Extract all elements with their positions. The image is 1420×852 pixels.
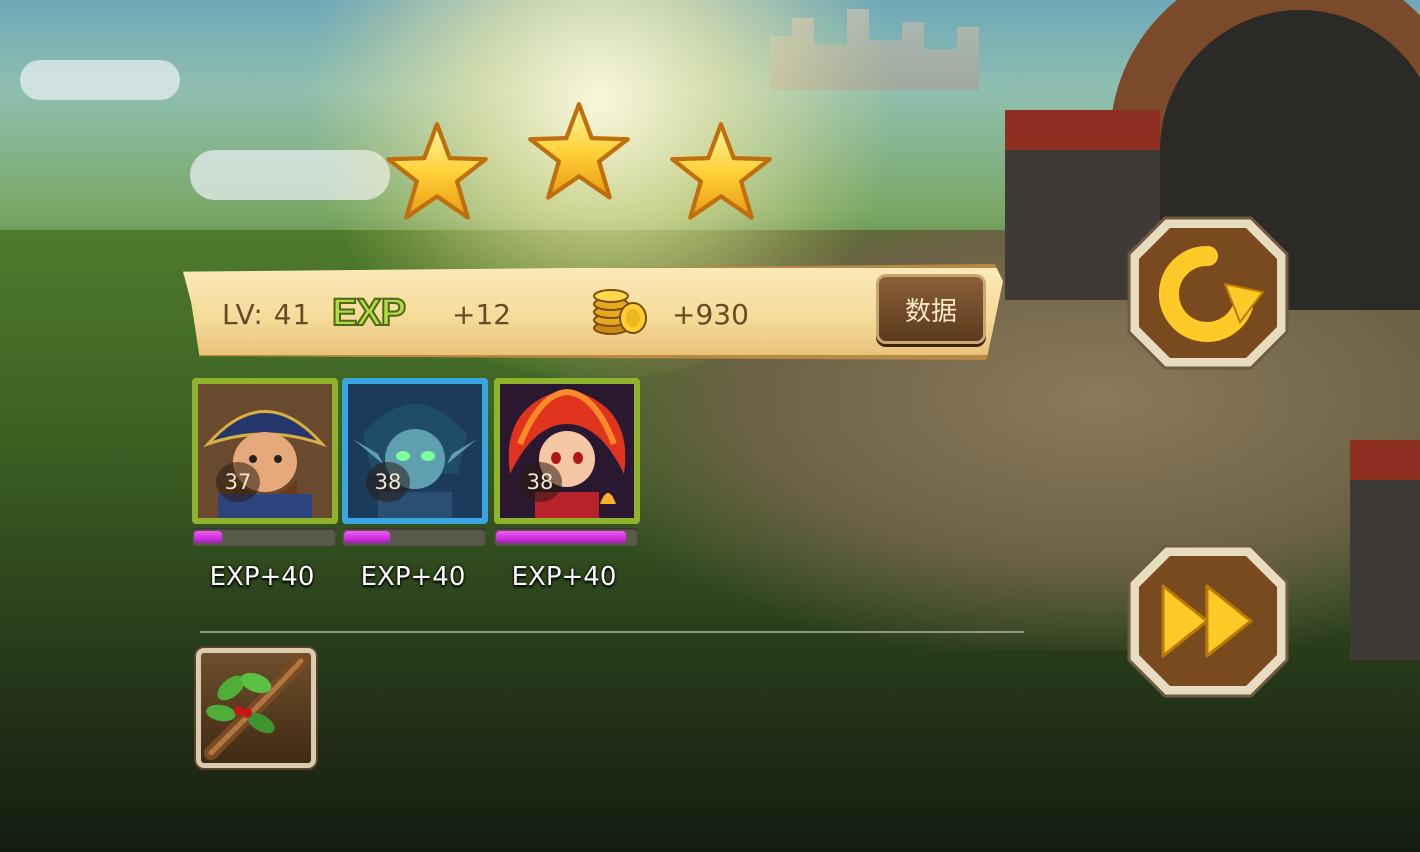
exp-gain: +12 xyxy=(452,298,512,331)
brick-pillar xyxy=(1350,440,1420,660)
exp-label: EXP xyxy=(331,291,407,335)
fire-sorceress-avatar xyxy=(500,384,634,518)
hero-level: 38 xyxy=(518,462,562,502)
hero-card: 38 xyxy=(494,378,642,546)
gold-coins-icon xyxy=(591,284,649,336)
hero-exp-gain: EXP+40 xyxy=(209,562,315,592)
hero-exp-fill xyxy=(194,531,222,543)
player-level: LV: 41 xyxy=(222,298,312,331)
hero-exp-gain: EXP+40 xyxy=(360,562,466,592)
hero-exp-fill xyxy=(496,531,626,543)
pirate-captain-avatar xyxy=(198,384,332,518)
hero-level: 37 xyxy=(216,462,260,502)
elf-assassin-avatar xyxy=(348,384,482,518)
hero-exp-bar xyxy=(342,528,486,546)
hero-portrait: 38 xyxy=(342,378,488,524)
cloud xyxy=(20,60,180,100)
gold-gain: +930 xyxy=(672,298,749,331)
fast-forward-button[interactable] xyxy=(1125,542,1291,700)
star-icon xyxy=(526,100,632,206)
hero-card: 37 xyxy=(192,378,340,546)
hero-exp-gain: EXP+40 xyxy=(511,562,617,592)
stats-button[interactable]: 数据 xyxy=(876,274,986,344)
hero-exp-fill xyxy=(344,531,390,543)
star-icon xyxy=(668,120,774,226)
hero-exp-bar xyxy=(494,528,638,546)
divider xyxy=(200,631,1024,633)
leafy-branch-icon xyxy=(204,654,308,760)
hero-portrait: 38 xyxy=(494,378,640,524)
star-icon xyxy=(384,120,490,226)
hero-exp-bar xyxy=(192,528,336,546)
hero-portrait: 37 xyxy=(192,378,338,524)
loot-item[interactable] xyxy=(196,648,316,768)
hero-card: 38 xyxy=(342,378,490,546)
hero-level: 38 xyxy=(366,462,410,502)
replay-button[interactable] xyxy=(1125,214,1291,372)
